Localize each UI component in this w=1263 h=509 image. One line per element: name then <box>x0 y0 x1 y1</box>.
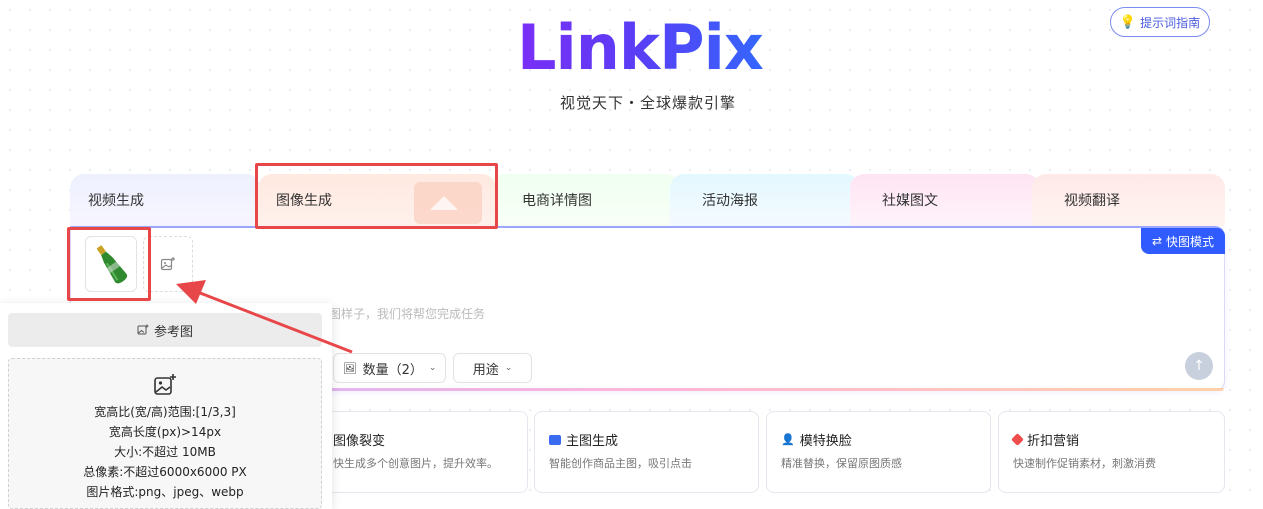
tab-event-poster[interactable]: 活动海报 <box>670 174 860 226</box>
prompt-guide-label: 提示词指南 <box>1140 15 1201 30</box>
send-button[interactable]: ↑ <box>1185 352 1213 380</box>
use-dropdown[interactable]: 用途 ⌄ <box>453 353 532 383</box>
tag-icon <box>1011 433 1024 446</box>
card-title: 折扣营销 <box>1027 434 1080 449</box>
count-dropdown[interactable]: 🖼 数量（2） ⌄ <box>333 353 446 383</box>
quick-mode-button[interactable]: ⇄ 快图模式 <box>1141 228 1225 254</box>
add-image-icon <box>160 257 175 271</box>
highlight-box-image-tab <box>255 163 498 229</box>
card-title: 主图生成 <box>566 434 619 449</box>
card-title: 模特换脸 <box>799 434 852 449</box>
reference-image-button[interactable]: 参考图 <box>8 313 322 347</box>
person-icon: 👤 <box>781 433 795 446</box>
prompt-placeholder[interactable]: 图样子，我们将帮您完成任务 <box>329 305 485 322</box>
image-icon <box>137 324 149 335</box>
image-icon: 🖼 <box>342 361 357 375</box>
rule-formats: 图片格式:png、jpeg、webp <box>86 485 244 499</box>
tab-social-media[interactable]: 社媒图文 <box>850 174 1040 226</box>
card-desc: 精准替换，保留原图质感 <box>781 457 902 470</box>
feature-tabs: 视频生成 电商详情图 活动海报 社媒图文 视频翻译 图像生成 <box>70 174 1225 226</box>
prompt-guide-button[interactable]: 💡 提示词指南 <box>1110 7 1210 37</box>
reference-image-popup: 参考图 宽高比(宽/高)范围:[1/3,3] 宽高长度(px)>14px 大小:… <box>0 303 332 509</box>
rule-min-length: 宽高长度(px)>14px <box>108 425 222 439</box>
card-desc: 快速制作促销素材，刺激消费 <box>1013 457 1156 470</box>
card-desc: 智能创作商品主图，吸引点击 <box>549 457 692 470</box>
tab-video-translation[interactable]: 视频翻译 <box>1032 174 1225 226</box>
app-logo: LinkPix <box>517 12 779 84</box>
arrow-up-icon: ↑ <box>1193 358 1205 374</box>
rule-max-pixels: 总像素:不超过6000x6000 PX <box>83 465 247 479</box>
card-model-faceswap[interactable]: 👤 模特换脸 精准替换，保留原图质感 <box>766 411 991 493</box>
slogan: 视觉天下・全球爆款引擎 <box>559 94 736 112</box>
card-main-image[interactable]: 主图生成 智能创作商品主图，吸引点击 <box>534 411 759 493</box>
rule-aspect-ratio: 宽高比(宽/高)范围:[1/3,3] <box>94 405 236 419</box>
image-icon <box>549 434 561 445</box>
swap-icon: ⇄ <box>1151 234 1163 248</box>
tab-ecommerce-detail[interactable]: 电商详情图 <box>490 174 680 226</box>
chevron-down-icon: ⌄ <box>428 363 437 373</box>
rule-max-size: 大小:不超过 10MB <box>114 445 216 459</box>
lightbulb-icon: 💡 <box>1119 14 1137 30</box>
card-desc: 快生成多个创意图片，提升效率。 <box>333 457 498 470</box>
highlight-box-thumbnail <box>67 227 151 301</box>
card-discount-marketing[interactable]: 折扣营销 快速制作促销素材，刺激消费 <box>998 411 1225 493</box>
add-image-icon <box>154 374 176 395</box>
upload-dropzone[interactable]: 宽高比(宽/高)范围:[1/3,3] 宽高长度(px)>14px 大小:不超过 … <box>8 358 322 509</box>
card-title: 图像裂变 <box>333 434 386 449</box>
card-image-fission[interactable]: 图像裂变 快生成多个创意图片，提升效率。 <box>318 411 528 493</box>
chevron-down-icon: ⌄ <box>504 363 513 373</box>
tab-video-generation[interactable]: 视频生成 <box>70 174 260 226</box>
